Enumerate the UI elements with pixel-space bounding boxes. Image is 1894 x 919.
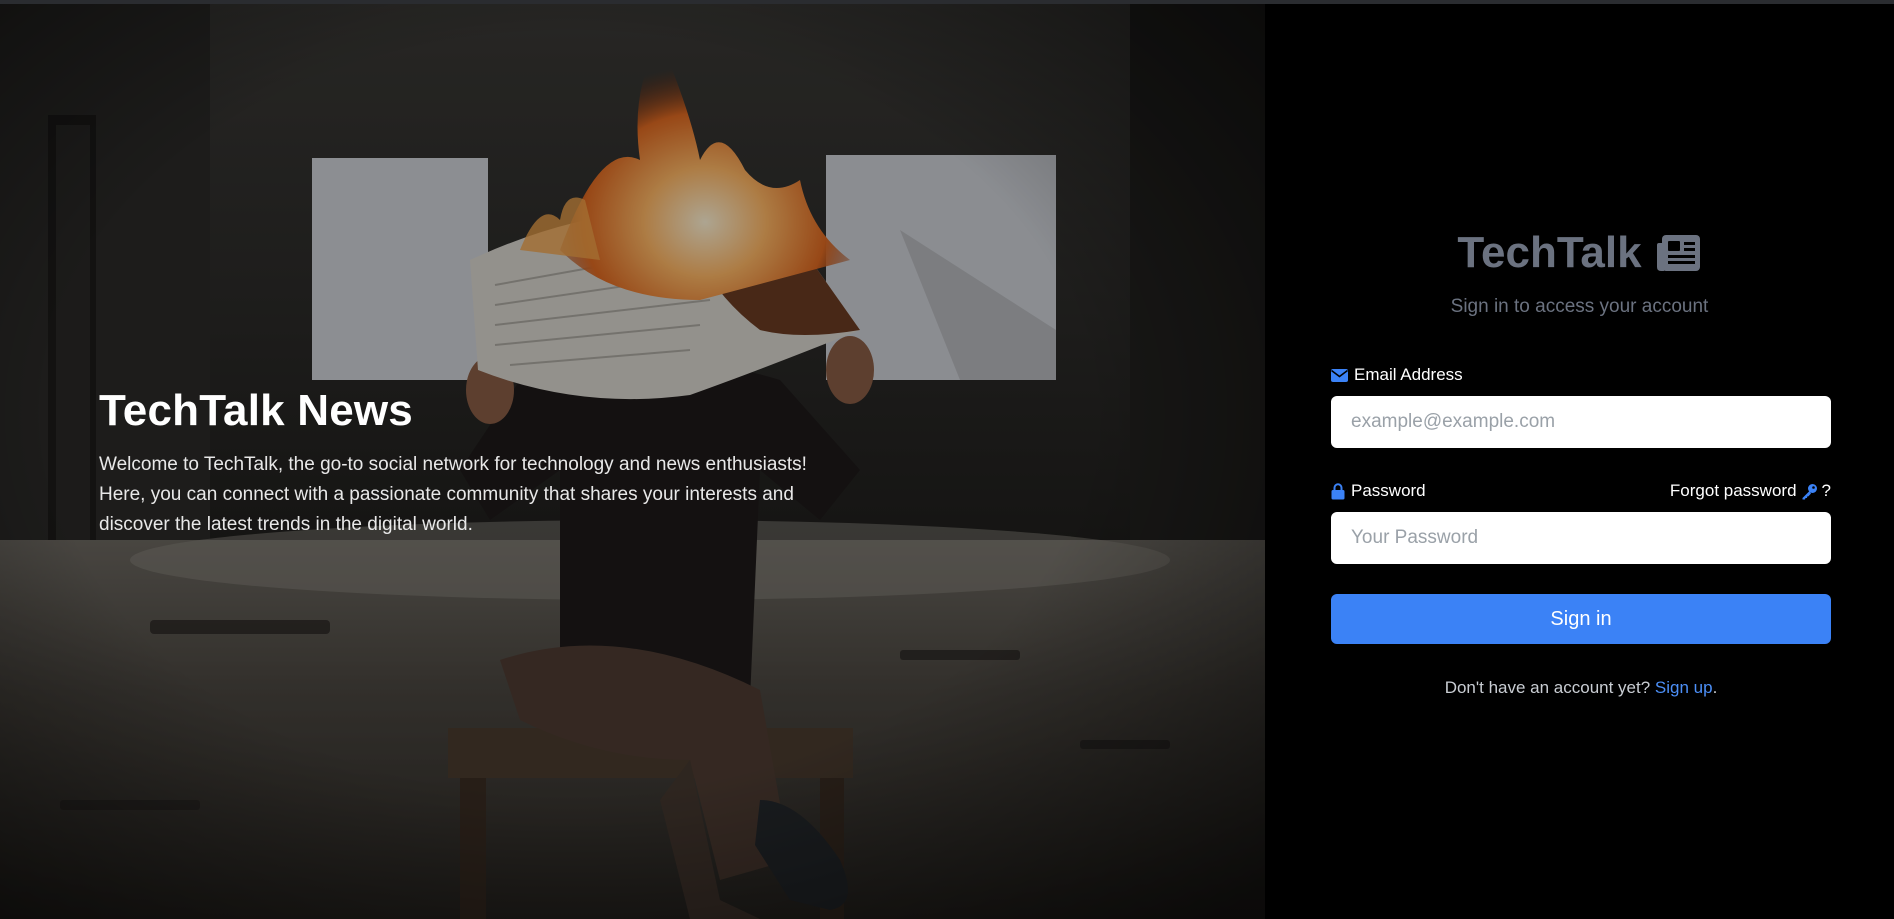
signup-link[interactable]: Sign up bbox=[1655, 678, 1713, 697]
hero-text-block: TechTalk News Welcome to TechTalk, the g… bbox=[99, 386, 839, 540]
signup-suffix: . bbox=[1712, 678, 1718, 697]
key-icon bbox=[1801, 483, 1818, 500]
signup-prompt-line: Don't have an account yet? Sign up. bbox=[1331, 678, 1831, 698]
lock-icon bbox=[1331, 482, 1345, 500]
forgot-password-text: Forgot password bbox=[1669, 481, 1797, 500]
signin-subtitle: Sign in to access your account bbox=[1450, 296, 1709, 317]
password-input[interactable] bbox=[1331, 512, 1831, 564]
brand-heading: TechTalk bbox=[1265, 228, 1894, 278]
password-label: Password bbox=[1331, 481, 1426, 501]
top-strip bbox=[0, 0, 1894, 4]
password-label-row: Password Forgot password ? bbox=[1331, 480, 1831, 502]
email-input[interactable] bbox=[1331, 396, 1831, 448]
hero-description: Welcome to TechTalk, the go-to social ne… bbox=[99, 454, 807, 535]
envelope-icon bbox=[1331, 368, 1348, 382]
signup-prompt: Don't have an account yet? bbox=[1444, 678, 1655, 697]
forgot-password-link[interactable]: Forgot password ? bbox=[1670, 481, 1831, 501]
signin-form: Email Address Password bbox=[1331, 364, 1831, 698]
forgot-password-suffix: ? bbox=[1821, 481, 1831, 500]
email-label: Email Address bbox=[1331, 365, 1463, 385]
password-label-text: Password bbox=[1351, 481, 1426, 500]
login-page: TechTalk News Welcome to TechTalk, the g… bbox=[0, 0, 1894, 919]
brand-name: TechTalk bbox=[1457, 228, 1642, 277]
hero-section: TechTalk News Welcome to TechTalk, the g… bbox=[0, 0, 1265, 919]
email-field-group: Email Address bbox=[1331, 364, 1831, 448]
hero-title: TechTalk News bbox=[99, 386, 413, 435]
email-label-row: Email Address bbox=[1331, 364, 1831, 386]
newspaper-icon bbox=[1656, 233, 1702, 273]
signin-panel: TechTalk Sign in to access your account bbox=[1265, 0, 1894, 919]
email-label-text: Email Address bbox=[1354, 365, 1463, 384]
signin-button[interactable]: Sign in bbox=[1331, 594, 1831, 644]
password-field-group: Password Forgot password ? bbox=[1331, 480, 1831, 564]
